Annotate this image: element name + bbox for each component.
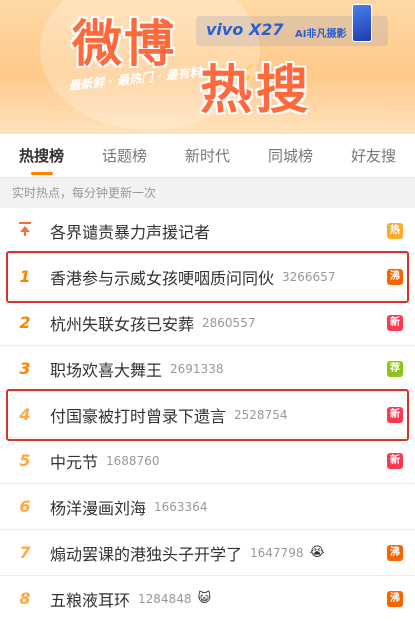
list-item[interactable]: 2 杭州失联女孩已安葬 2860557 新 [0, 300, 415, 346]
search-count: 1688760 [106, 453, 160, 468]
hot-search-banner[interactable]: 微博 最新鲜 · 最热门 · 最有料 ⚡ 热搜 vivo X27 AI非凡摄影 [0, 0, 415, 134]
boil-badge: 沸 [387, 269, 403, 285]
topic-title[interactable]: 中元节 [50, 449, 98, 473]
recommend-badge: 荐 [387, 361, 403, 377]
phone-icon [352, 4, 372, 42]
tab-friends[interactable]: 好友搜 [332, 134, 415, 177]
search-count: 2528754 [234, 407, 288, 422]
search-count: 2691338 [170, 361, 224, 376]
rank-number: 1 [19, 267, 31, 286]
rank-number: 3 [19, 359, 31, 378]
topic-title[interactable]: 香港参与示威女孩哽咽质问同伙 [50, 265, 274, 289]
topic-title[interactable]: 职场欢喜大舞王 [50, 357, 162, 381]
list-item[interactable]: 4 付国豪被打时曾录下遗言 2528754 新 [0, 392, 415, 438]
ad-brand: vivo X27 [206, 20, 284, 39]
banner-title-weibo: 微博 [72, 14, 176, 73]
hot-badge: 热 [387, 223, 403, 239]
topic-title[interactable]: 付国豪被打时曾录下遗言 [50, 403, 226, 427]
list-item[interactable]: 8 五粮液耳环 1284848 😺 沸 [0, 576, 415, 621]
hot-search-list: 各界谴责暴力声援记者 热 1 香港参与示威女孩哽咽质问同伙 3266657 沸 … [0, 208, 415, 621]
search-count: 1284848 [138, 591, 192, 606]
rank-number: 4 [19, 405, 31, 424]
tab-local[interactable]: 同城榜 [249, 134, 332, 177]
rank-number: 6 [19, 497, 31, 516]
search-count: 3266657 [282, 269, 336, 284]
rank-number: 8 [19, 589, 31, 608]
pinned-top-icon [0, 220, 50, 241]
topic-title[interactable]: 杨洋漫画刘海 [50, 495, 146, 519]
topic-title[interactable]: 五粮液耳环 [50, 587, 130, 611]
list-item[interactable]: 6 杨洋漫画刘海 1663364 [0, 484, 415, 530]
search-count: 2860557 [202, 315, 256, 330]
crying-emoji-icon: 😭 [309, 545, 325, 560]
update-note: 实时热点，每分钟更新一次 [0, 178, 415, 208]
search-count: 1663364 [154, 499, 208, 514]
new-badge: 新 [387, 407, 403, 423]
boil-badge: 沸 [387, 591, 403, 607]
list-item[interactable]: 3 职场欢喜大舞王 2691338 荐 [0, 346, 415, 392]
list-item[interactable]: 各界谴责暴力声援记者 热 [0, 208, 415, 254]
cat-emoji-icon: 😺 [197, 591, 212, 606]
topic-title[interactable]: 各界谴责暴力声援记者 [50, 219, 210, 243]
rank-number: 7 [19, 543, 31, 562]
new-badge: 新 [387, 315, 403, 331]
boil-badge: 沸 [387, 545, 403, 561]
rank-number: 2 [19, 313, 31, 332]
rank-number: 5 [19, 451, 31, 470]
topic-title[interactable]: 杭州失联女孩已安葬 [50, 311, 194, 335]
list-item[interactable]: 7 煽动罢课的港独头子开学了 1647798 😭 沸 [0, 530, 415, 576]
tab-hot-search[interactable]: 热搜榜 [0, 134, 83, 177]
list-item[interactable]: 1 香港参与示威女孩哽咽质问同伙 3266657 沸 [0, 254, 415, 300]
search-count: 1647798 [250, 545, 304, 560]
tab-topics[interactable]: 话题榜 [83, 134, 166, 177]
tab-new-era[interactable]: 新时代 [166, 134, 249, 177]
tab-bar: 热搜榜 话题榜 新时代 同城榜 好友搜 [0, 134, 415, 178]
banner-title-resou: 热搜 [200, 60, 313, 121]
topic-title[interactable]: 煽动罢课的港独头子开学了 [50, 541, 242, 565]
new-badge: 新 [387, 453, 403, 469]
ad-subtitle: AI非凡摄影 [295, 29, 347, 40]
list-item[interactable]: 5 中元节 1688760 新 [0, 438, 415, 484]
